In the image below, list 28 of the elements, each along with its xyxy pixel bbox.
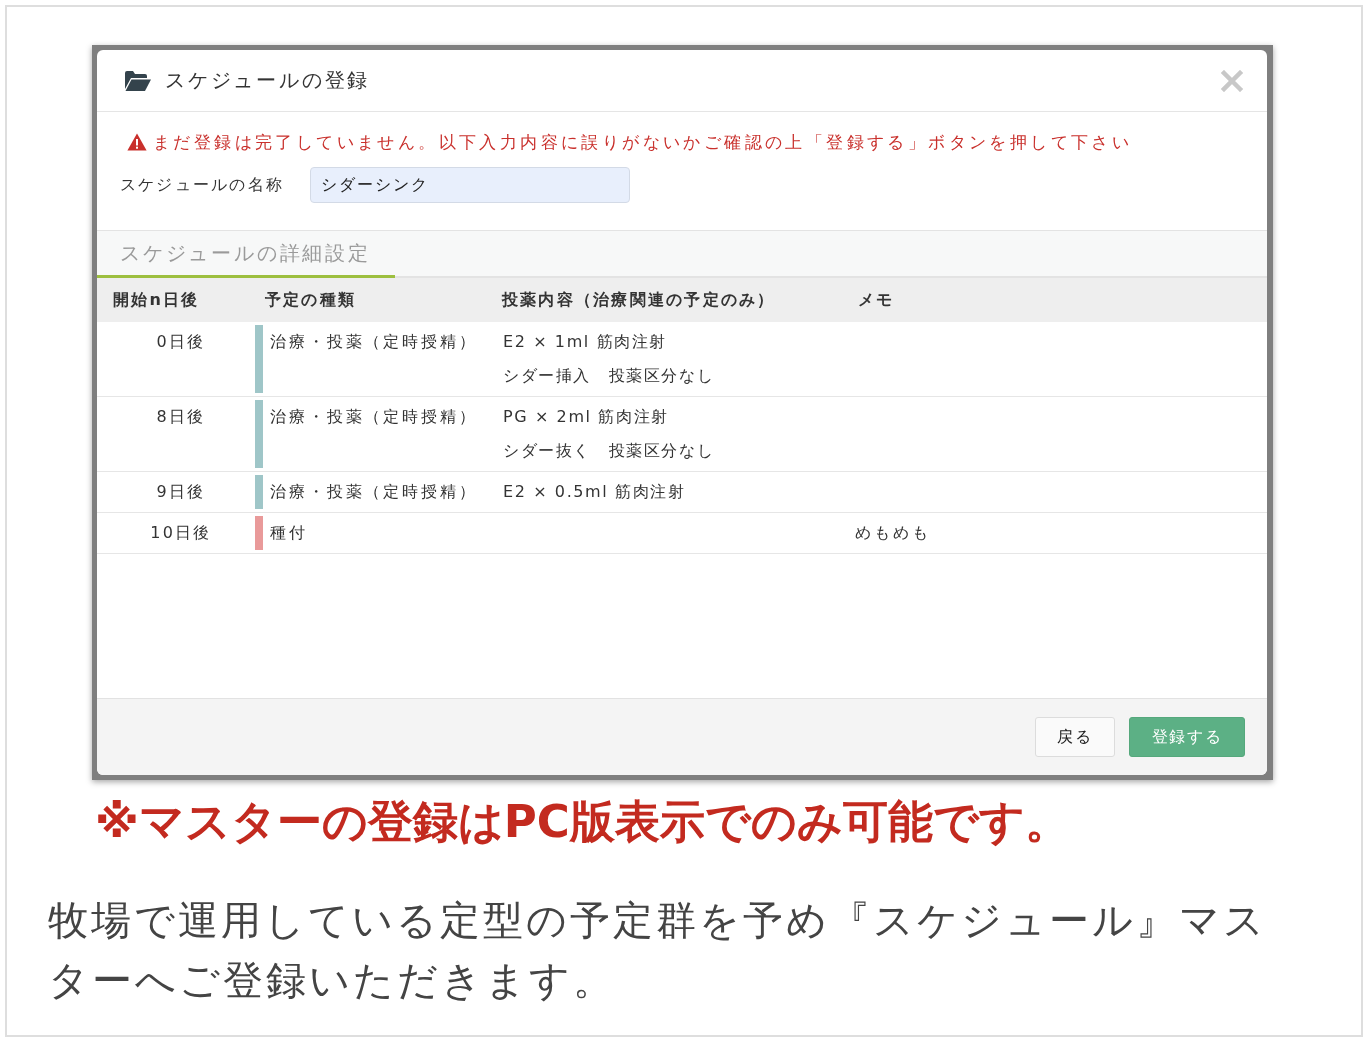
schedule-type-text: 治療・投薬（定時授精）	[269, 406, 478, 428]
dosage-text: E2 × 0.5ml 筋肉注射	[503, 481, 686, 503]
day-text: 10日後	[149, 522, 213, 544]
notice-text: ※マスターの登録はPC版表示でのみ可能です。	[95, 794, 1070, 850]
warning-icon	[127, 133, 147, 151]
day-text: 0日後	[155, 331, 207, 353]
column-header: メモ	[857, 289, 896, 311]
alert-message: まだ登録は完了していません。以下入力内容に誤りがないかご確認の上「登録する」ボタンを押して下さい	[153, 130, 1133, 154]
name-input[interactable]: シダーシンク	[310, 167, 630, 203]
field-label: スケジュールの名称	[120, 174, 286, 196]
schedule-type-text: 種付	[269, 522, 308, 544]
dosage-text: E2 × 1ml 筋肉注射	[503, 331, 667, 353]
dosage-text: シダー抜く 投薬区分なし	[503, 440, 715, 462]
day-text: 9日後	[155, 481, 207, 503]
folder-icon	[125, 70, 151, 91]
schedule-type-text: 治療・投薬（定時授精）	[269, 481, 478, 503]
back-button[interactable]: 戻る	[1035, 717, 1115, 757]
modal-title: スケジュールの登録	[165, 67, 371, 94]
dosage-text: PG × 2ml 筋肉注射	[503, 406, 669, 428]
dosage-text: シダー挿入 投薬区分なし	[503, 365, 715, 387]
close-icon[interactable]	[1221, 69, 1243, 92]
memo-text: めもめも	[855, 522, 931, 544]
column-header: 投薬内容（治療関連の予定のみ）	[500, 289, 777, 311]
day-text: 8日後	[155, 406, 207, 428]
description-text: 牧場で運用している定型の予定群を予め『スケジュール』マスターへご登録いただきます。	[48, 896, 1268, 1005]
schedule-type-text: 治療・投薬（定時授精）	[269, 331, 478, 353]
column-header: 予定の種類	[264, 289, 358, 311]
column-header: 開始n日後	[112, 289, 201, 311]
